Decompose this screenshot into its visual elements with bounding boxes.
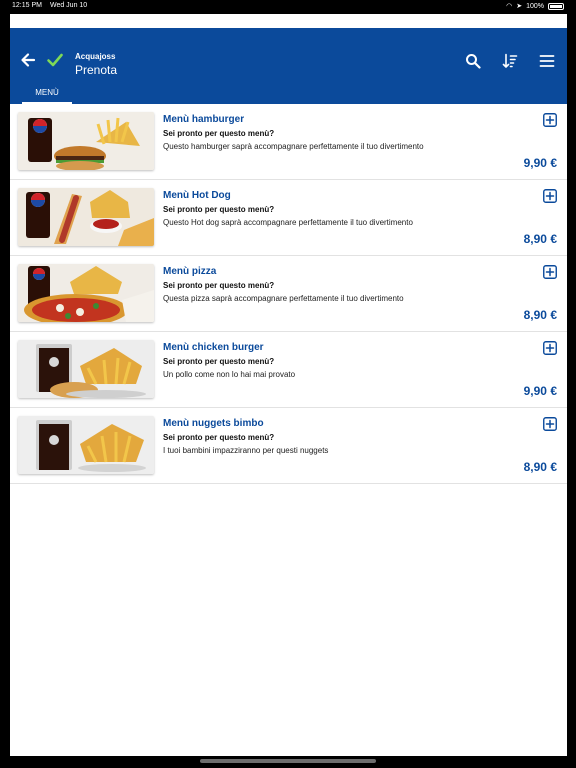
app-bar: Acquajoss Prenota MENÙ xyxy=(10,28,567,104)
item-description: Questo Hot dog saprà accompagnare perfet… xyxy=(163,218,413,227)
item-subtitle: Sei pronto per questo menù? xyxy=(163,129,275,138)
item-price: 8,90 € xyxy=(523,460,557,474)
page-title: Prenota xyxy=(75,63,118,77)
item-name: Menù pizza xyxy=(163,266,217,277)
list-item[interactable]: Menù Hot Dog Sei pronto per questo menù?… xyxy=(10,180,567,256)
item-name: Menù nuggets bimbo xyxy=(163,418,264,429)
item-subtitle: Sei pronto per questo menù? xyxy=(163,433,275,442)
battery-level: 100% xyxy=(526,2,544,10)
status-time: 12:15 PM xyxy=(12,2,42,9)
tab-menu-label: MENÙ xyxy=(35,88,59,97)
search-icon[interactable] xyxy=(465,53,481,69)
item-name: Menù chicken burger xyxy=(163,342,264,353)
app-bar-titles: Acquajoss Prenota xyxy=(75,52,117,77)
item-price: 8,90 € xyxy=(523,308,557,322)
top-spacer xyxy=(10,14,567,28)
app-subtitle: Acquajoss xyxy=(75,52,116,61)
sort-icon[interactable] xyxy=(502,53,518,69)
item-description: I tuoi bambini impazziranno per questi n… xyxy=(163,446,329,455)
tab-menu[interactable]: MENÙ xyxy=(22,82,72,104)
item-name: Menù hamburger xyxy=(163,114,245,125)
nuggets-menu-photo xyxy=(18,416,154,474)
item-description: Questa pizza saprà accompagnare perfetta… xyxy=(163,294,404,303)
location-icon: ➤ xyxy=(516,3,523,10)
item-price: 8,90 € xyxy=(523,232,557,246)
item-subtitle: Sei pronto per questo menù? xyxy=(163,205,275,214)
battery-icon xyxy=(548,2,564,10)
item-description: Un pollo come non lo hai mai provato xyxy=(163,370,296,379)
list-item[interactable]: Menù hamburger Sei pronto per questo men… xyxy=(10,104,567,180)
item-price: 9,90 € xyxy=(523,384,557,398)
add-item-icon[interactable] xyxy=(543,113,557,127)
add-item-icon[interactable] xyxy=(543,189,557,203)
wifi-icon: ◠ xyxy=(506,3,513,10)
item-name: Menù Hot Dog xyxy=(163,190,231,201)
list-item[interactable]: Menù chicken burger Sei pronto per quest… xyxy=(10,332,567,408)
menu-icon[interactable] xyxy=(539,53,555,69)
item-description: Questo hamburger saprà accompagnare perf… xyxy=(163,142,424,151)
check-icon[interactable] xyxy=(46,51,64,69)
item-price: 9,90 € xyxy=(523,156,557,170)
add-item-icon[interactable] xyxy=(543,417,557,431)
add-item-icon[interactable] xyxy=(543,265,557,279)
back-arrow-icon[interactable] xyxy=(20,52,36,68)
home-indicator[interactable] xyxy=(200,759,376,763)
app-window: Acquajoss Prenota MENÙ Menù hamburger Se… xyxy=(10,14,567,756)
hotdog-menu-photo xyxy=(18,188,154,246)
hamburger-menu-photo xyxy=(18,112,154,170)
add-item-icon[interactable] xyxy=(543,341,557,355)
list-item[interactable]: Menù pizza Sei pronto per questo menù? Q… xyxy=(10,256,567,332)
status-bar: 12:15 PM Wed Jun 10 ◠ ➤ 100% xyxy=(0,0,576,12)
menu-list: Menù hamburger Sei pronto per questo men… xyxy=(10,104,567,484)
item-subtitle: Sei pronto per questo menù? xyxy=(163,357,275,366)
chicken-burger-menu-photo xyxy=(18,340,154,398)
item-subtitle: Sei pronto per questo menù? xyxy=(163,281,275,290)
list-item[interactable]: Menù nuggets bimbo Sei pronto per questo… xyxy=(10,408,567,484)
status-date: Wed Jun 10 xyxy=(49,2,88,9)
pizza-menu-photo xyxy=(18,264,154,322)
